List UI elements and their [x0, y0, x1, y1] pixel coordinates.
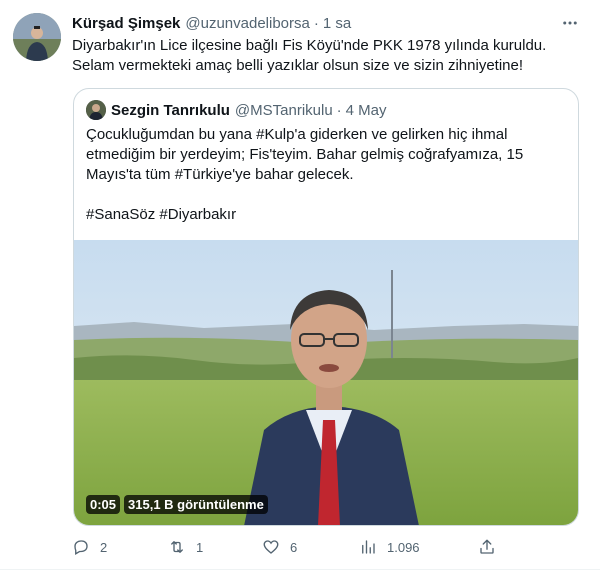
reply-button[interactable]: 2	[72, 536, 107, 558]
tweet-text-line: Diyarbakır'ın Lice ilçesine bağlı Fis Kö…	[72, 37, 547, 54]
video-player[interactable]: 0:05 315,1 B görüntülenme	[74, 240, 578, 525]
views-button[interactable]: 1.096	[359, 536, 420, 558]
quote-time[interactable]: 4 May	[346, 102, 387, 119]
action-bar: 2 1 6 1.096	[72, 536, 502, 558]
tweet-time[interactable]: 1 sa	[323, 15, 351, 32]
quote-text-line: Çocukluğumdan bu yana #Kulp'a giderken v…	[86, 126, 508, 143]
quote-text: Çocukluğumdan bu yana #Kulp'a giderken v…	[86, 125, 566, 185]
retweet-count: 1	[196, 539, 204, 555]
quote-author-avatar[interactable]	[86, 100, 106, 120]
quote-text-line: Mayıs'ta tüm #Türkiye'ye bahar gelecek.	[86, 166, 354, 183]
views-count: 1.096	[387, 539, 420, 555]
share-button[interactable]	[478, 536, 496, 558]
separator-dot: ·	[336, 101, 342, 119]
quote-hashtags[interactable]: #SanaSöz #Diyarbakır	[86, 205, 236, 225]
views-icon	[362, 540, 375, 554]
like-icon	[263, 540, 279, 554]
video-views: 315,1 B görüntülenme	[124, 495, 268, 514]
like-count: 6	[290, 539, 298, 555]
quoted-tweet[interactable]: Sezgin Tanrıkulu @MSTanrikulu · 4 May Ço…	[73, 88, 579, 526]
author-handle[interactable]: @uzunvadeliborsa	[185, 15, 309, 32]
share-icon	[480, 539, 494, 554]
retweet-button[interactable]: 1	[168, 536, 203, 558]
quote-author-name[interactable]: Sezgin Tanrıkulu	[111, 102, 230, 119]
video-badge: 0:05 315,1 B görüntülenme	[86, 495, 268, 514]
retweet-icon	[171, 541, 183, 553]
quote-text-line: etmediğim bir yerdeyim; Fis'teyim. Bahar…	[86, 146, 524, 163]
tweet-header: Kürşad Şimşek @uzunvadeliborsa · 1 sa	[72, 13, 351, 33]
reply-count: 2	[100, 539, 108, 555]
separator-dot: ·	[313, 14, 319, 32]
author-name[interactable]: Kürşad Şimşek	[72, 15, 180, 32]
like-button[interactable]: 6	[262, 536, 297, 558]
tweet[interactable]: Kürşad Şimşek @uzunvadeliborsa · 1 sa Di…	[0, 0, 600, 570]
quote-header: Sezgin Tanrıkulu @MSTanrikulu · 4 May	[86, 100, 387, 120]
more-icon[interactable]	[558, 13, 582, 33]
video-duration: 0:05	[86, 495, 121, 514]
author-avatar[interactable]	[13, 13, 61, 61]
tweet-text: Diyarbakır'ın Lice ilçesine bağlı Fis Kö…	[72, 36, 582, 76]
reply-icon	[74, 540, 88, 555]
tweet-text-line: Selam vermekteki amaç belli yazıklar ols…	[72, 57, 524, 74]
quote-author-handle[interactable]: @MSTanrikulu	[235, 102, 333, 119]
